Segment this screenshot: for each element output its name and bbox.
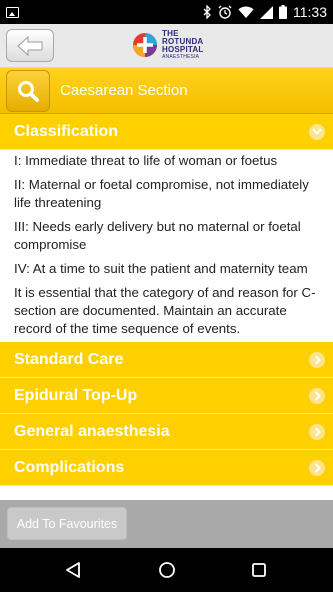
navigation-bar	[0, 548, 333, 592]
search-icon	[18, 81, 39, 102]
list-item: II: Maternal or foetal compromise, not i…	[14, 177, 309, 210]
section-label: Complications	[14, 458, 125, 476]
add-to-favourites-button[interactable]: Add To Favourites	[7, 507, 127, 540]
content-area: Classification I: Immediate threat to li…	[0, 114, 333, 500]
logo-line-3: HOSPITAL	[162, 45, 204, 54]
battery-icon	[279, 5, 287, 19]
chevron-right-icon	[309, 423, 325, 440]
section-label: General anaesthesia	[14, 422, 170, 440]
search-button[interactable]	[6, 70, 50, 112]
signal-icon	[260, 5, 273, 19]
image-notification-icon	[6, 6, 19, 18]
page-title: Caesarean Section	[60, 82, 188, 99]
status-left	[6, 6, 19, 18]
list-item: I: Immediate threat to life of woman or …	[14, 153, 278, 168]
section-label: Epidural Top-Up	[14, 386, 138, 404]
section-header-standard-care[interactable]: Standard Care	[0, 342, 333, 378]
section-header-epidural-top-up[interactable]: Epidural Top-Up	[0, 378, 333, 414]
back-arrow-icon	[17, 35, 43, 56]
bluetooth-icon	[203, 5, 211, 19]
app-header: THE ROTUNDA HOSPITAL ANAESTHESIA	[0, 24, 333, 68]
status-time: 11:33	[293, 4, 327, 20]
wifi-icon	[238, 6, 254, 18]
logo-mark-icon	[131, 31, 159, 59]
section-header-complications[interactable]: Complications	[0, 450, 333, 486]
logo-line-4: ANAESTHESIA	[162, 54, 200, 60]
list-item: III: Needs early delivery but no materna…	[14, 219, 301, 252]
chevron-down-icon	[309, 123, 325, 140]
list-item: IV: At a time to suit the patient and ma…	[14, 261, 308, 276]
back-button[interactable]	[6, 29, 54, 62]
bottom-action-bar: Add To Favourites	[0, 500, 333, 548]
chevron-right-icon	[309, 387, 325, 404]
chevron-right-icon	[309, 459, 325, 476]
list-item: It is essential that the category of and…	[14, 285, 316, 336]
section-header-classification[interactable]: Classification	[0, 114, 333, 150]
section-label: Standard Care	[14, 350, 124, 368]
status-right: 11:33	[203, 4, 327, 20]
classification-body: I: Immediate threat to life of woman or …	[0, 150, 333, 338]
alarm-icon	[218, 5, 232, 19]
section-label: Classification	[14, 122, 119, 140]
nav-home-icon[interactable]	[157, 560, 177, 580]
nav-back-icon[interactable]	[63, 560, 83, 580]
nav-recents-icon[interactable]	[249, 560, 269, 580]
section-header-general-anaesthesia[interactable]: General anaesthesia	[0, 414, 333, 450]
status-bar: 11:33	[0, 0, 333, 24]
chevron-right-icon	[309, 351, 325, 368]
search-bar: Caesarean Section	[0, 68, 333, 114]
logo-text: THE ROTUNDA HOSPITAL ANAESTHESIA	[162, 30, 204, 61]
rotunda-hospital-logo: THE ROTUNDA HOSPITAL ANAESTHESIA	[131, 30, 203, 60]
